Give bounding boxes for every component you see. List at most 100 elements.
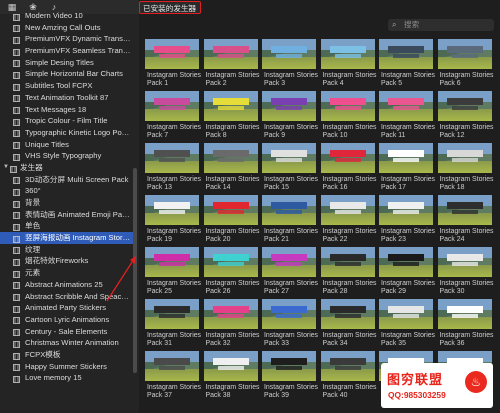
search-input[interactable]: ⌕ 搜索 [388, 19, 494, 31]
generator-thumbnail[interactable] [145, 247, 199, 277]
sidebar-item[interactable]: Tropic Colour - Film Title [0, 115, 133, 127]
sidebar-item[interactable]: 单色 [0, 220, 133, 232]
sidebar-item[interactable]: Text Messages 18 [0, 104, 133, 116]
caption-title: Instagram Stories [381, 176, 435, 183]
generator-thumbnail[interactable] [379, 195, 433, 225]
sidebar-item[interactable]: Text Animation Toolkit 87 [0, 92, 133, 104]
sidebar-item[interactable]: Simple Desing Titles [0, 57, 133, 69]
generators-filter-dropdown[interactable]: 已安装的发生器 ⌃⌄ [139, 1, 201, 14]
generator-folder-icon [10, 165, 17, 173]
generator-thumbnail[interactable] [320, 351, 375, 381]
sidebar-item[interactable]: 元素 [0, 267, 133, 279]
generator-thumbnail[interactable] [437, 299, 492, 329]
generator-thumbnail[interactable] [262, 247, 316, 277]
generator-folder-icon [13, 24, 20, 33]
sidebar-item[interactable]: Typographic Kinetic Logo Post... [0, 127, 133, 139]
generator-thumbnail[interactable] [320, 39, 375, 69]
generator-thumbnail[interactable] [320, 247, 375, 277]
sidebar-item[interactable]: Abstract Scribble And Speach... [0, 291, 133, 303]
generator-thumbnail[interactable] [203, 143, 258, 173]
generator-folder-icon [13, 316, 20, 325]
sidebar-item-label: 烟花特效Fireworks [25, 256, 89, 266]
generator-thumbnail[interactable] [203, 91, 258, 121]
generator-caption: Instagram Stories Pack 20 [206, 228, 260, 244]
generator-thumbnail[interactable] [262, 91, 316, 121]
sidebar-item[interactable]: 表情动画 Animated Emoji Pack... [0, 209, 133, 221]
generator-thumbnail[interactable] [320, 143, 375, 173]
sidebar-item[interactable]: Happy Summer Stickers [0, 361, 133, 373]
sidebar-item[interactable]: PremiumVFX Dynamic Transiti... [0, 33, 133, 45]
generator-thumbnail[interactable] [262, 351, 316, 381]
generator-thumbnail[interactable] [437, 39, 492, 69]
caption-pack: Pack 15 [264, 184, 289, 191]
generator-thumbnail[interactable] [203, 351, 258, 381]
generator-thumbnail[interactable] [379, 299, 433, 329]
generator-caption: Instagram Stories Pack 24 [440, 228, 494, 244]
generator-thumbnail[interactable] [379, 247, 433, 277]
generator-thumbnail[interactable] [145, 195, 199, 225]
sidebar-item[interactable]: 纹理 [0, 244, 133, 256]
generator-thumbnail[interactable] [145, 91, 199, 121]
sidebar-item[interactable]: VHS Style Typography [0, 150, 133, 162]
generator-folder-icon [13, 71, 20, 79]
generator-thumbnail[interactable] [145, 39, 199, 69]
caption-title: Instagram Stories [439, 280, 494, 287]
generator-thumbnail[interactable] [379, 91, 433, 121]
generator-thumbnail[interactable] [320, 195, 375, 225]
disclosure-triangle-icon[interactable]: ▼ [3, 162, 9, 174]
sidebar-item-label: 纹理 [25, 244, 41, 254]
generator-thumbnail[interactable] [437, 195, 492, 225]
caption-pack: Pack 29 [381, 288, 406, 295]
sidebar-item[interactable]: 3D动态分屏 Multi Screen Pack [0, 174, 133, 186]
generator-thumbnail[interactable] [262, 299, 316, 329]
watermark-qq: QQ:985303259 [388, 390, 446, 400]
sidebar-item-label: Text Animation Toolkit 87 [25, 92, 109, 102]
generator-thumbnail[interactable] [203, 39, 258, 69]
sidebar-item-label: New Amzing Call Outs [25, 22, 101, 32]
generator-thumbnail[interactable] [145, 143, 199, 173]
generator-thumbnail[interactable] [203, 247, 258, 277]
generator-thumbnail[interactable] [262, 39, 316, 69]
generator-thumbnail[interactable] [437, 247, 492, 277]
sidebar-item[interactable]: Christmas Winter Animation [0, 337, 133, 349]
sidebar-item[interactable]: 烟花特效Fireworks [0, 255, 133, 267]
sidebar-item[interactable]: Simple Horizontal Bar Charts [0, 68, 133, 80]
generator-caption: Instagram Stories Pack 23 [381, 228, 435, 244]
generator-thumbnail[interactable] [145, 351, 199, 381]
generator-thumbnail[interactable] [262, 195, 316, 225]
caption-pack: Pack 27 [264, 288, 289, 295]
sidebar-item[interactable]: New Amzing Call Outs [0, 22, 133, 34]
generator-thumbnail[interactable] [379, 143, 433, 173]
sidebar-item[interactable]: Modern Video 10 [0, 10, 133, 22]
generator-thumbnail[interactable] [262, 143, 316, 173]
sidebar-item[interactable]: Animated Party Stickers [0, 302, 133, 314]
sidebar-item[interactable]: Subtitles Tool FCPX [0, 80, 133, 92]
sidebar-item[interactable]: Unique Titles [0, 139, 133, 151]
generator-thumbnail[interactable] [320, 299, 375, 329]
sidebar-item[interactable]: Century - Sale Elements [0, 326, 133, 338]
caption-title: Instagram Stories [322, 176, 377, 183]
sidebar-item[interactable]: 背景 [0, 197, 133, 209]
generator-folder-icon [13, 48, 20, 56]
generator-thumbnail[interactable] [145, 299, 199, 329]
generator-thumbnail[interactable] [203, 195, 258, 225]
generator-folder-icon [13, 36, 20, 44]
sidebar-category[interactable]: ▼ 发生器 [0, 162, 133, 174]
sidebar-item[interactable]: Abstract Animations 25 [0, 279, 133, 291]
generator-thumbnail[interactable] [379, 39, 433, 69]
generator-thumbnail[interactable] [203, 299, 258, 329]
generator-caption: Instagram Stories Pack 16 [323, 176, 377, 192]
sidebar-scrollbar[interactable] [133, 168, 137, 373]
sidebar-item[interactable]: 360° [0, 185, 133, 197]
sidebar-item[interactable]: Cartoon Lyric Animations [0, 314, 133, 326]
generator-caption: Instagram Stories Pack 26 [206, 280, 260, 296]
generator-thumbnail[interactable] [437, 143, 492, 173]
sidebar-item[interactable]: PremiumVFX Seamless Transiti... [0, 45, 133, 57]
caption-pack: Pack 34 [322, 340, 348, 347]
sidebar-item-label: 元素 [25, 268, 41, 278]
sidebar-item[interactable]: FCPX模板 [0, 349, 133, 361]
sidebar-item[interactable]: 竖屏海报动画 Instagram Storie... [0, 232, 133, 244]
sidebar-item[interactable]: Love memory 15 [0, 372, 133, 384]
generator-thumbnail[interactable] [437, 91, 492, 121]
generator-thumbnail[interactable] [320, 91, 375, 121]
